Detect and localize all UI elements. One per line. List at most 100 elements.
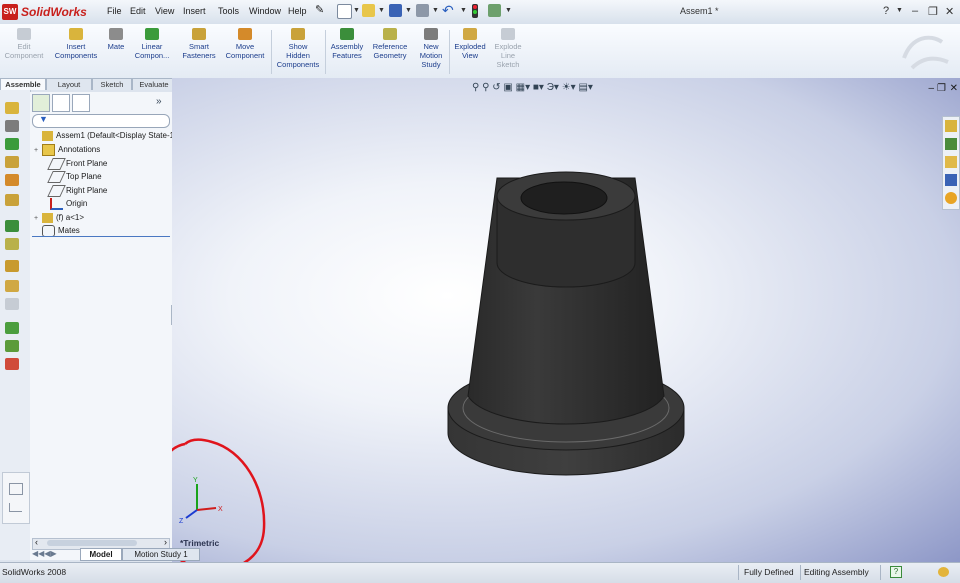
chevron-down-icon[interactable]: ▼	[378, 7, 385, 14]
menu-tools[interactable]: Tools	[218, 6, 239, 16]
new-motion-study-button[interactable]: New Motion Study	[415, 28, 447, 69]
move-component-button[interactable]: Move Component	[222, 28, 268, 60]
pin-icon[interactable]: ✎	[315, 3, 328, 16]
apply-scene-icon[interactable]: ☀▾	[562, 82, 576, 93]
explode-icon[interactable]	[5, 280, 19, 292]
appearances-icon[interactable]	[945, 192, 957, 204]
print-icon[interactable]	[416, 4, 429, 17]
zoom-to-fit-icon[interactable]: ⚲	[472, 82, 479, 93]
linear-component-pattern-button[interactable]: Linear Compon...	[130, 28, 174, 60]
line-icon[interactable]	[9, 503, 22, 512]
exploded-view-button[interactable]: Exploded View	[452, 28, 488, 60]
menu-view[interactable]: View	[155, 6, 174, 16]
menu-edit[interactable]: Edit	[130, 6, 146, 16]
tab-motion-study[interactable]: Motion Study 1	[122, 548, 200, 561]
hole-alignment-icon[interactable]	[5, 358, 19, 370]
viewport-close-button[interactable]: ✕	[950, 83, 958, 94]
assembly-feature-icon[interactable]	[5, 220, 19, 232]
options-icon[interactable]	[488, 4, 501, 17]
move-icon[interactable]	[5, 174, 19, 186]
help-button[interactable]: ?	[883, 5, 889, 17]
solidworks-logo[interactable]: SW SolidWorks	[2, 3, 92, 21]
scroll-thumb[interactable]	[47, 540, 137, 546]
exploded-view-icon[interactable]	[5, 260, 19, 272]
tree-node-origin[interactable]: Origin	[42, 197, 87, 210]
model-canvas[interactable]: Y X Z	[172, 78, 960, 562]
explode-line-sketch-button[interactable]: Explode Line Sketch	[490, 28, 526, 69]
assembly-features-button[interactable]: Assembly Features	[328, 28, 366, 60]
maximize-button[interactable]: ❐	[928, 5, 938, 18]
minimize-button[interactable]: –	[912, 5, 918, 17]
tab-evaluate[interactable]: Evaluate	[132, 78, 176, 90]
property-manager-tab-icon[interactable]	[52, 94, 70, 112]
open-folder-icon[interactable]	[362, 4, 375, 17]
mate-button[interactable]: Mate	[104, 28, 128, 51]
hide-show-items-icon[interactable]: Э▾	[547, 82, 559, 93]
section-view-icon[interactable]: ▣	[503, 82, 512, 93]
mate-icon[interactable]	[5, 120, 19, 132]
chevron-down-icon[interactable]: ▼	[353, 7, 360, 14]
rebuild-status-icon[interactable]	[938, 567, 949, 577]
chevron-down-icon[interactable]: ▼	[432, 7, 439, 14]
reference-geometry-icon[interactable]	[5, 238, 19, 250]
new-document-icon[interactable]	[337, 4, 352, 19]
tree-node-annotations[interactable]: + Annotations	[34, 143, 100, 156]
viewport-minimize-button[interactable]: –	[928, 83, 934, 94]
viewport-restore-button[interactable]: ❐	[937, 83, 946, 94]
resources-icon[interactable]	[945, 120, 957, 132]
explode-line-icon[interactable]	[5, 298, 19, 310]
cone-part[interactable]	[447, 171, 685, 476]
view-settings-icon[interactable]: ▤▾	[578, 82, 592, 93]
file-explorer-icon[interactable]	[945, 156, 957, 168]
smart-fasteners-button[interactable]: Smart Fasteners	[179, 28, 219, 60]
show-hidden-components-button[interactable]: Show Hidden Components	[274, 28, 322, 69]
tree-node-right-plane[interactable]: Right Plane	[42, 184, 107, 197]
clearance-icon[interactable]	[5, 340, 19, 352]
display-style-icon[interactable]: ■▾	[533, 82, 544, 93]
insert-components-button[interactable]: Insert Components	[50, 28, 102, 60]
scroll-right-icon[interactable]: ›	[164, 537, 167, 547]
save-icon[interactable]	[389, 4, 402, 17]
tab-assemble[interactable]: Assemble	[0, 78, 46, 90]
edit-component-button[interactable]: Edit Component	[4, 28, 44, 60]
tree-node-part[interactable]: + (f) a<1>	[34, 211, 84, 224]
tab-model[interactable]: Model	[80, 548, 122, 561]
menu-file[interactable]: File	[107, 6, 122, 16]
filter-input[interactable]: ▼	[32, 114, 170, 128]
menu-help[interactable]: Help	[288, 6, 307, 16]
feature-tree-tab-icon[interactable]	[32, 94, 50, 112]
view-palette-icon[interactable]	[945, 174, 957, 186]
tree-node-top-plane[interactable]: Top Plane	[42, 170, 102, 183]
sketch-icon[interactable]	[9, 483, 23, 495]
configuration-manager-tab-icon[interactable]	[72, 94, 90, 112]
rollback-bar[interactable]	[32, 236, 170, 237]
tab-sketch[interactable]: Sketch	[92, 78, 132, 90]
chevron-down-icon[interactable]: ▼	[505, 7, 512, 14]
rebuild-icon[interactable]	[472, 4, 478, 18]
close-button[interactable]: ✕	[945, 5, 954, 18]
scroll-left-icon[interactable]: ‹	[35, 537, 38, 547]
graphics-area[interactable]: Y X Z – ❐ ✕	[172, 78, 960, 562]
pattern-icon[interactable]	[5, 138, 19, 150]
interference-icon[interactable]	[5, 322, 19, 334]
reference-geometry-button[interactable]: Reference Geometry	[369, 28, 411, 60]
undo-icon[interactable]: ↶	[442, 2, 454, 19]
chevron-down-icon[interactable]: ▼	[405, 7, 412, 14]
chevron-down-icon[interactable]: ▼	[460, 7, 467, 14]
fastener-icon[interactable]	[5, 156, 19, 168]
expand-panel-icon[interactable]: »	[156, 96, 162, 107]
help-icon[interactable]: ?	[890, 566, 902, 578]
show-hidden-icon[interactable]	[5, 194, 19, 206]
insert-component-icon[interactable]	[5, 102, 19, 114]
zoom-area-icon[interactable]: ⚲	[482, 82, 489, 93]
previous-view-icon[interactable]: ↺	[492, 82, 500, 93]
view-orientation-icon[interactable]: ▦▾	[516, 82, 530, 93]
menu-insert[interactable]: Insert	[183, 6, 206, 16]
design-library-icon[interactable]	[945, 138, 957, 150]
tab-layout[interactable]: Layout	[46, 78, 92, 90]
tab-nav-arrows[interactable]: ◀◀◀▶	[32, 549, 57, 558]
tree-node-root[interactable]: Assem1 (Default<Display State-1	[34, 129, 174, 142]
chevron-down-icon[interactable]: ▼	[896, 7, 903, 14]
tree-node-front-plane[interactable]: Front Plane	[42, 157, 107, 170]
menu-window[interactable]: Window	[249, 6, 281, 16]
